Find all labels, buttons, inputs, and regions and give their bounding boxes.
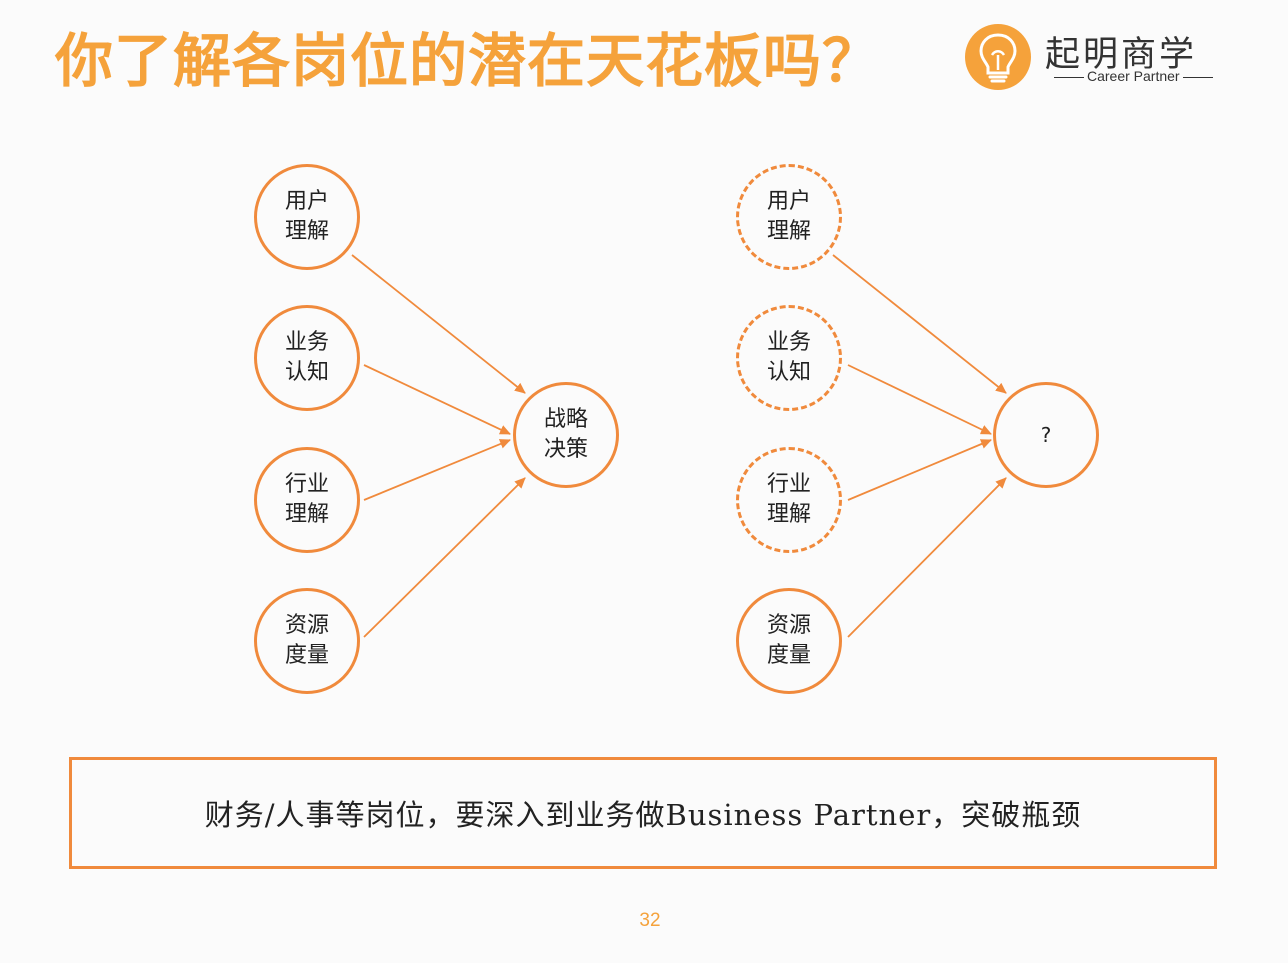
node-resource-measure-left: 资源度量 xyxy=(254,588,360,694)
node-label: ? xyxy=(1040,423,1052,447)
node-industry-understanding-right: 行业理解 xyxy=(736,447,842,553)
arrow-right-1 xyxy=(832,254,1007,394)
conclusion-box: 财务/人事等岗位，要深入到业务做Business Partner，突破瓶颈 xyxy=(69,757,1217,869)
arrow-left-4 xyxy=(363,477,526,638)
conclusion-text: 财务/人事等岗位，要深入到业务做Business Partner，突破瓶颈 xyxy=(204,798,1082,832)
node-label: 业务认知 xyxy=(284,330,329,385)
node-strategic-decision: 战略决策 xyxy=(513,382,619,488)
node-business-awareness-right: 业务认知 xyxy=(736,305,842,411)
arrow-left-3 xyxy=(363,439,511,501)
arrow-right-2 xyxy=(847,364,992,435)
slide: 你了解各岗位的潜在天花板吗？ 起明商学 Career Partner 用户理解 xyxy=(0,0,1288,963)
node-label: 行业理解 xyxy=(284,472,329,527)
arrow-right-3 xyxy=(847,439,992,501)
node-label: 用户理解 xyxy=(284,189,329,244)
node-unknown-outcome: ? xyxy=(993,382,1099,488)
node-label: 行业理解 xyxy=(766,472,811,527)
node-label: 战略决策 xyxy=(543,407,588,462)
node-business-awareness-left: 业务认知 xyxy=(254,305,360,411)
node-label: 业务认知 xyxy=(766,330,811,385)
node-industry-understanding-left: 行业理解 xyxy=(254,447,360,553)
node-resource-measure-right: 资源度量 xyxy=(736,588,842,694)
arrow-right-4 xyxy=(847,477,1007,638)
node-label: 用户理解 xyxy=(766,189,811,244)
node-user-understanding-left: 用户理解 xyxy=(254,164,360,270)
node-label: 资源度量 xyxy=(766,613,811,668)
node-user-understanding-right: 用户理解 xyxy=(736,164,842,270)
page-number: 32 xyxy=(639,910,661,931)
node-label: 资源度量 xyxy=(284,613,329,668)
arrow-left-2 xyxy=(363,364,511,435)
